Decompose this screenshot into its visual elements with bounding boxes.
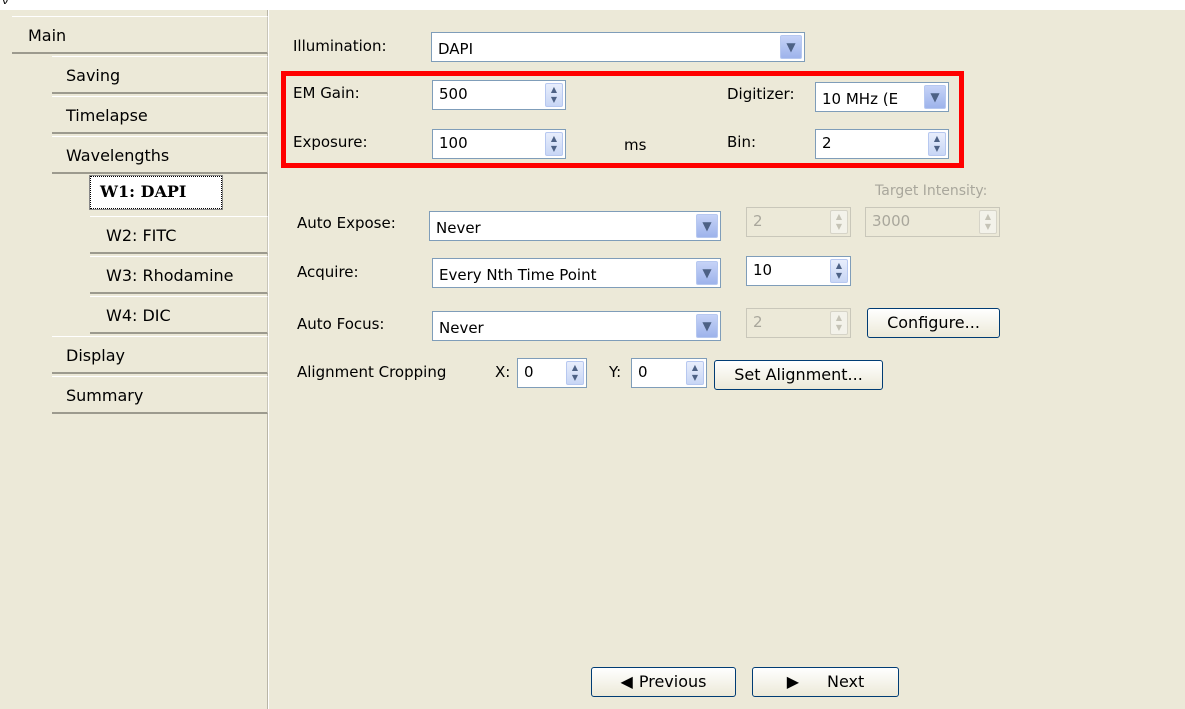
nav-display-label: Display	[66, 346, 125, 365]
nav-sidebar: Main Saving Timelapse Wavelengths W1: DA…	[0, 10, 268, 709]
x-label: X:	[495, 363, 511, 381]
top-glyph: ν	[2, 0, 9, 7]
arrow-right-icon: ▶	[786, 672, 800, 691]
auto-expose-n-value: 2	[753, 212, 763, 230]
target-intensity-spinner: 3000 ▲ ▼	[865, 207, 1000, 237]
illumination-label: Illumination:	[293, 37, 387, 55]
acquire-label: Acquire:	[297, 263, 359, 281]
alignment-x-value: 0	[524, 363, 534, 381]
digitizer-select[interactable]: 10 MHz (E ▼	[815, 82, 949, 112]
nav-main-label: Main	[28, 26, 67, 45]
nav-w4-label: W4: DIC	[106, 306, 171, 325]
acquire-value: Every Nth Time Point	[439, 266, 597, 284]
chevron-down-icon[interactable]: ▼	[924, 85, 946, 109]
spinner-arrows-icon[interactable]: ▲ ▼	[830, 259, 848, 283]
nav-w2-fitc[interactable]: W2: FITC	[90, 216, 268, 254]
nav-timelapse[interactable]: Timelapse	[52, 96, 268, 134]
auto-expose-n-spinner: 2 ▲ ▼	[746, 207, 851, 237]
next-label: Next	[827, 672, 865, 691]
target-intensity-label: Target Intensity:	[875, 183, 988, 199]
top-strip: ν	[0, 0, 1185, 10]
auto-expose-select[interactable]: Never ▼	[429, 211, 721, 241]
nav-wavelengths-label: Wavelengths	[66, 146, 170, 165]
chevron-down-icon[interactable]: ▼	[696, 261, 718, 285]
auto-focus-value: Never	[439, 319, 484, 337]
nav-saving-label: Saving	[66, 66, 121, 85]
nav-w1-dapi[interactable]: W1: DAPI	[89, 175, 223, 210]
set-alignment-button[interactable]: Set Alignment...	[714, 360, 883, 390]
auto-focus-select[interactable]: Never ▼	[432, 311, 721, 341]
nav-w4-dic[interactable]: W4: DIC	[90, 296, 268, 334]
wizard-window: Main Saving Timelapse Wavelengths W1: DA…	[0, 10, 1185, 709]
alignment-y-spinner[interactable]: 0 ▲ ▼	[631, 358, 707, 388]
spinner-arrows-icon[interactable]: ▲ ▼	[928, 132, 946, 156]
exposure-unit: ms	[624, 136, 647, 154]
bin-label: Bin:	[727, 133, 757, 151]
em-gain-value: 500	[439, 85, 468, 103]
previous-button[interactable]: ◀ Previous	[591, 667, 736, 697]
exposure-spinner[interactable]: 100 ▲ ▼	[432, 129, 566, 159]
auto-focus-label: Auto Focus:	[297, 315, 385, 333]
nav-saving[interactable]: Saving	[52, 56, 268, 94]
chevron-down-icon[interactable]: ▼	[696, 314, 718, 338]
acquire-select[interactable]: Every Nth Time Point ▼	[432, 258, 721, 288]
illumination-select[interactable]: DAPI ▼	[431, 32, 805, 62]
set-alignment-label: Set Alignment...	[734, 365, 863, 384]
bin-spinner[interactable]: 2 ▲ ▼	[815, 129, 949, 159]
nav-timelapse-label: Timelapse	[66, 106, 148, 125]
auto-focus-n-spinner: 2 ▲ ▼	[746, 308, 851, 338]
auto-expose-label: Auto Expose:	[297, 214, 396, 232]
auto-expose-value: Never	[436, 219, 481, 237]
previous-label: Previous	[638, 672, 707, 691]
exposure-value: 100	[439, 134, 468, 152]
spinner-arrows-icon: ▲ ▼	[830, 311, 848, 335]
alignment-y-value: 0	[638, 363, 648, 381]
nav-w2-label: W2: FITC	[106, 226, 177, 245]
em-gain-label: EM Gain:	[293, 84, 360, 102]
spinner-arrows-icon[interactable]: ▲ ▼	[566, 361, 584, 385]
nav-w3-rhodamine[interactable]: W3: Rhodamine	[90, 256, 268, 294]
arrow-left-icon: ◀	[620, 672, 633, 691]
configure-button[interactable]: Configure...	[867, 308, 1000, 338]
digitizer-value: 10 MHz (E	[822, 90, 899, 108]
target-intensity-value: 3000	[872, 212, 911, 230]
next-button[interactable]: ▶ Next	[752, 667, 899, 697]
spinner-arrows-icon[interactable]: ▲ ▼	[686, 361, 704, 385]
nav-w1-label: W1: DAPI	[100, 182, 187, 201]
alignment-x-spinner[interactable]: 0 ▲ ▼	[517, 358, 587, 388]
nav-main[interactable]: Main	[12, 16, 268, 54]
acquire-n-value: 10	[753, 261, 773, 279]
nav-summary-label: Summary	[66, 386, 144, 405]
em-gain-spinner[interactable]: 500 ▲ ▼	[432, 80, 566, 110]
spinner-arrows-icon[interactable]: ▲ ▼	[545, 132, 563, 156]
spinner-arrows-icon[interactable]: ▲ ▼	[545, 83, 563, 107]
y-label: Y:	[609, 363, 622, 381]
nav-w3-label: W3: Rhodamine	[106, 266, 234, 285]
auto-focus-n-value: 2	[753, 313, 763, 331]
chevron-down-icon[interactable]: ▼	[780, 35, 802, 59]
exposure-label: Exposure:	[293, 133, 368, 151]
configure-label: Configure...	[887, 313, 980, 332]
alignment-cropping-label: Alignment Cropping	[297, 363, 447, 381]
digitizer-label: Digitizer:	[727, 85, 795, 103]
illumination-value: DAPI	[438, 40, 474, 58]
sidebar-divider	[268, 10, 269, 709]
acquire-n-spinner[interactable]: 10 ▲ ▼	[746, 256, 851, 286]
spinner-arrows-icon: ▲ ▼	[979, 210, 997, 234]
nav-wavelengths[interactable]: Wavelengths	[52, 136, 268, 174]
chevron-down-icon[interactable]: ▼	[696, 214, 718, 238]
nav-display[interactable]: Display	[52, 336, 268, 374]
bin-value: 2	[822, 134, 832, 152]
nav-summary[interactable]: Summary	[52, 376, 268, 414]
spinner-arrows-icon: ▲ ▼	[830, 210, 848, 234]
